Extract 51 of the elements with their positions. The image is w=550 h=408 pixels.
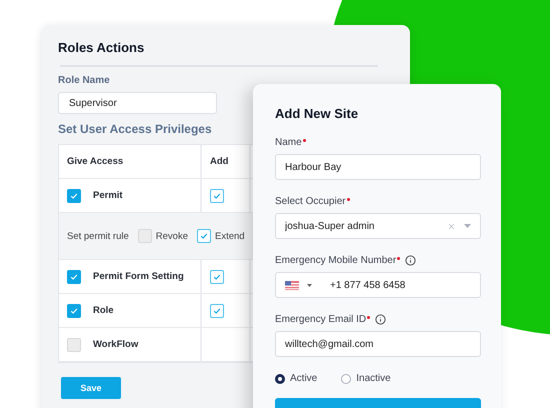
check-icon bbox=[70, 306, 78, 314]
permission-label: Permit bbox=[93, 190, 123, 201]
phone-field[interactable]: +1 877 458 6458 bbox=[275, 272, 481, 298]
phone-input[interactable]: +1 877 458 6458 bbox=[330, 280, 471, 290]
field-label: Name bbox=[275, 137, 302, 148]
field-label: Emergency Mobile Number bbox=[275, 255, 396, 266]
checkbox[interactable] bbox=[210, 304, 224, 318]
clear-icon[interactable] bbox=[447, 222, 456, 230]
radio-icon[interactable] bbox=[275, 374, 285, 384]
checkbox[interactable] bbox=[210, 188, 224, 202]
checkbox[interactable] bbox=[67, 188, 81, 202]
option-label: Extend bbox=[215, 230, 245, 242]
text-input[interactable]: willtech@gmail.com bbox=[285, 338, 471, 350]
column-header: Add bbox=[210, 156, 228, 167]
check-icon bbox=[213, 272, 221, 280]
checkbox[interactable] bbox=[67, 304, 81, 318]
permission-label: Permit Form Setting bbox=[93, 271, 184, 282]
card-title: Roles Actions bbox=[58, 40, 146, 55]
caret-icon[interactable] bbox=[307, 284, 312, 286]
select-value: joshua-Super admin bbox=[285, 220, 439, 232]
checkbox[interactable] bbox=[138, 229, 152, 243]
checkbox[interactable] bbox=[67, 270, 81, 284]
option-label: Revoke bbox=[156, 230, 188, 242]
text-field[interactable]: willtech@gmail.com bbox=[275, 331, 481, 357]
checkbox[interactable] bbox=[197, 229, 211, 243]
rule-label: Set permit rule bbox=[67, 230, 129, 242]
select-field[interactable]: joshua-Super admin bbox=[275, 213, 481, 239]
column-header: Give Access bbox=[67, 156, 124, 167]
permission-label: Role bbox=[93, 305, 114, 316]
check-icon bbox=[70, 272, 78, 280]
flag-icon[interactable] bbox=[285, 280, 299, 290]
field-label: Role Name bbox=[58, 75, 111, 86]
check-icon bbox=[70, 192, 78, 200]
checkbox[interactable] bbox=[210, 270, 224, 284]
field-label: Select Occupier bbox=[275, 196, 346, 207]
permission-label: WorkFlow bbox=[93, 339, 138, 350]
check-icon bbox=[200, 232, 208, 240]
checkbox[interactable] bbox=[67, 338, 81, 352]
info-icon[interactable] bbox=[405, 255, 416, 266]
check-icon bbox=[213, 306, 221, 314]
text-field[interactable]: Harbour Bay bbox=[275, 154, 481, 180]
section-title: Set User Access Privileges bbox=[58, 122, 213, 136]
info-icon[interactable] bbox=[375, 314, 386, 325]
text-input[interactable]: Harbour Bay bbox=[285, 162, 471, 172]
check-icon bbox=[213, 192, 221, 200]
role-name-input[interactable]: Supervisor bbox=[58, 92, 217, 114]
radio-icon[interactable] bbox=[341, 374, 352, 384]
radio-option[interactable]: Inactive bbox=[341, 373, 391, 384]
card-title: Add New Site bbox=[275, 106, 360, 121]
field-label: Emergency Email ID bbox=[275, 314, 366, 325]
radio-option[interactable]: Active bbox=[275, 373, 318, 384]
